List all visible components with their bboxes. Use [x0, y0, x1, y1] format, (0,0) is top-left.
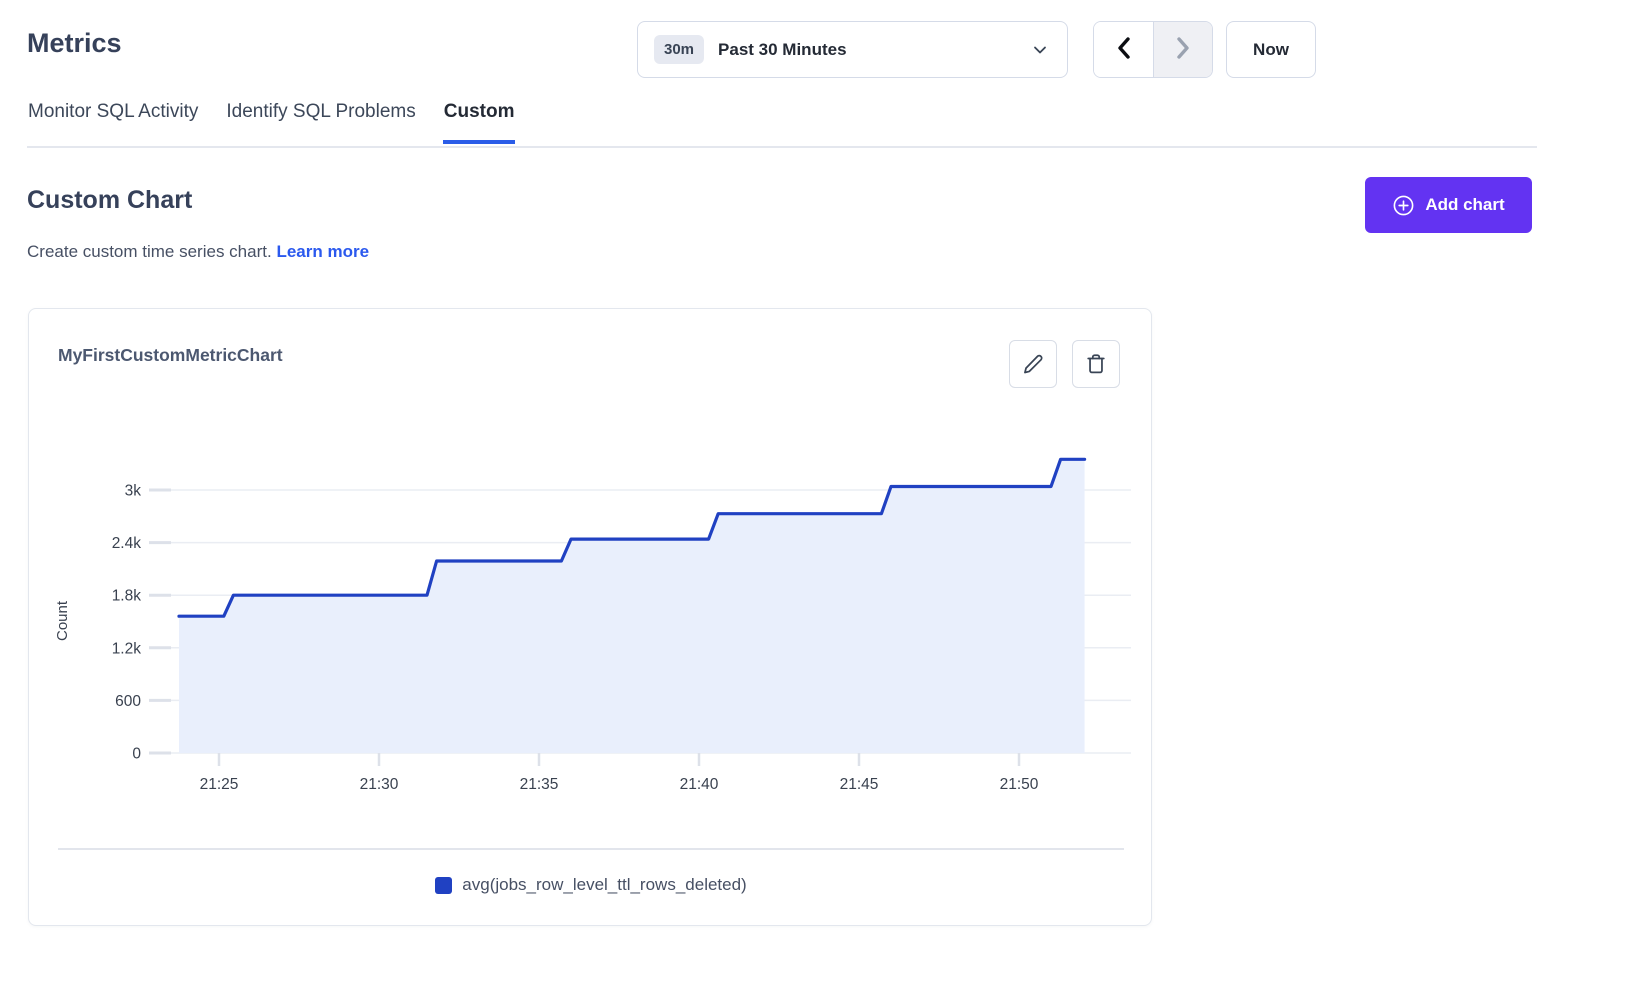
tabs-divider: [27, 146, 1537, 148]
chart-legend: avg(jobs_row_level_ttl_rows_deleted): [29, 875, 1153, 895]
pencil-icon: [1022, 353, 1044, 375]
delete-chart-button[interactable]: [1072, 340, 1120, 388]
custom-chart-card: MyFirstCustomMetricChart 0 600 1.2k 1.8k 2.4…: [28, 308, 1152, 926]
time-range-picker[interactable]: 30m Past 30 Minutes: [637, 21, 1068, 78]
x-axis-tick-label: 21:40: [680, 776, 719, 793]
add-chart-button[interactable]: Add chart: [1365, 177, 1532, 233]
x-axis-tick-label: 21:30: [360, 776, 399, 793]
section-description-text: Create custom time series chart.: [27, 242, 272, 261]
tab-monitor-sql-activity[interactable]: Monitor SQL Activity: [27, 101, 199, 144]
y-axis-tick-label: 3k: [125, 483, 142, 500]
add-chart-label: Add chart: [1425, 195, 1504, 215]
y-axis-tick-label: 2.4k: [112, 535, 142, 552]
plus-circle-icon: [1392, 194, 1415, 217]
chart-plot[interactable]: 0 600 1.2k 1.8k 2.4k 3k 21:25 21:30 21:35 21:40 21…: [49, 419, 1139, 799]
legend-divider: [58, 848, 1124, 850]
time-range-label: Past 30 Minutes: [718, 40, 847, 60]
y-axis-tick-label: 0: [132, 746, 141, 763]
chevron-right-icon: [1173, 36, 1193, 63]
x-axis-tick-label: 21:45: [840, 776, 879, 793]
y-axis-tick-label: 1.8k: [112, 588, 142, 605]
page-title: Metrics: [27, 28, 122, 59]
learn-more-link[interactable]: Learn more: [276, 242, 369, 261]
x-axis-tick-label: 21:50: [1000, 776, 1039, 793]
section-heading: Custom Chart: [27, 186, 192, 215]
series-area: [179, 459, 1085, 753]
time-pager: [1093, 21, 1213, 78]
chart-title: MyFirstCustomMetricChart: [58, 345, 283, 366]
y-axis-tick-label: 1.2k: [112, 640, 142, 657]
x-axis-tick-label: 21:25: [200, 776, 239, 793]
next-timeframe-button[interactable]: [1153, 22, 1212, 77]
chevron-left-icon: [1114, 36, 1134, 63]
time-range-badge: 30m: [654, 35, 704, 64]
x-axis-tick-label: 21:35: [520, 776, 559, 793]
legend-swatch: [435, 877, 452, 894]
tab-custom[interactable]: Custom: [443, 101, 516, 144]
trash-icon: [1085, 353, 1107, 375]
y-axis-label: Count: [54, 600, 71, 641]
legend-label: avg(jobs_row_level_ttl_rows_deleted): [462, 875, 746, 895]
tab-identify-sql-problems[interactable]: Identify SQL Problems: [225, 101, 416, 144]
metrics-tabs: Monitor SQL Activity Identify SQL Proble…: [27, 101, 515, 144]
now-button[interactable]: Now: [1226, 21, 1316, 78]
chevron-down-icon: [1031, 41, 1049, 59]
section-description: Create custom time series chart. Learn m…: [27, 242, 369, 262]
edit-chart-button[interactable]: [1009, 340, 1057, 388]
y-axis-tick-label: 600: [115, 693, 141, 710]
previous-timeframe-button[interactable]: [1094, 22, 1153, 77]
